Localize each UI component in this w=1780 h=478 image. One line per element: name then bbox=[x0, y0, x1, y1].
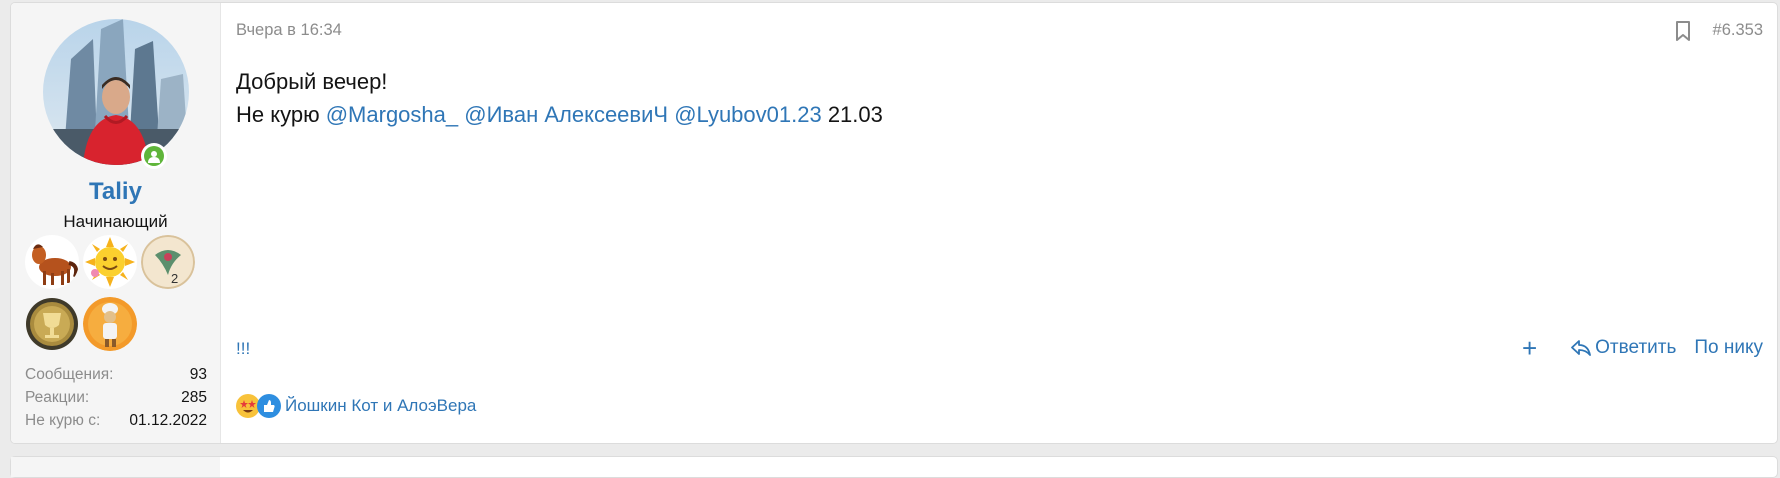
user-info-panel: Taliy Начинающий 2 Сообщения: 93 Реакции… bbox=[11, 3, 221, 443]
post-date[interactable]: Вчера в 16:34 bbox=[236, 21, 342, 40]
forum-post: Taliy Начинающий 2 Сообщения: 93 Реакции… bbox=[10, 2, 1778, 444]
username[interactable]: Taliy bbox=[11, 178, 220, 206]
stat-reactions: Реакции: 285 bbox=[25, 386, 207, 409]
stat-quit-date: Не курю с: 01.12.2022 bbox=[25, 409, 207, 432]
reply-icon bbox=[1571, 340, 1592, 356]
post-line-mentions: Не курю @Margosha_ @Иван АлексеевиЧ @Lyu… bbox=[236, 98, 883, 131]
post-actions: + Ответить По нику bbox=[1522, 335, 1763, 361]
mention-link[interactable]: @Иван АлексеевиЧ bbox=[464, 102, 668, 127]
chef-award-icon[interactable] bbox=[83, 297, 137, 351]
reactions-bar: Йошкин Кот и АлоэВера bbox=[236, 394, 476, 418]
online-status-icon bbox=[141, 143, 167, 169]
signature[interactable]: !!! bbox=[236, 339, 250, 359]
level-2-award-icon[interactable]: 2 bbox=[141, 235, 195, 289]
stat-label: Сообщения: bbox=[25, 366, 114, 383]
reply-button[interactable]: Ответить bbox=[1571, 337, 1676, 359]
avatar[interactable] bbox=[43, 19, 189, 165]
svg-text:2: 2 bbox=[171, 271, 178, 286]
bookmark-icon[interactable] bbox=[1674, 20, 1692, 42]
sun-award-icon[interactable] bbox=[83, 235, 137, 289]
post-text: Не курю bbox=[236, 102, 326, 127]
stat-label: Не курю с: bbox=[25, 412, 101, 429]
post-line-greeting: Добрый вечер! bbox=[236, 69, 388, 94]
reply-label: Ответить bbox=[1595, 337, 1677, 358]
like-emoji-icon[interactable] bbox=[257, 394, 281, 418]
by-nick-button[interactable]: По нику bbox=[1694, 337, 1763, 359]
reactors-link[interactable]: Йошкин Кот и АлоэВера bbox=[285, 396, 476, 416]
next-post-user-col bbox=[11, 457, 220, 477]
mention-link[interactable]: @Margosha_ bbox=[326, 102, 458, 127]
post-text: 21.03 bbox=[821, 102, 883, 127]
trophy-award-icon[interactable] bbox=[25, 297, 79, 351]
plus-button[interactable]: + bbox=[1522, 335, 1537, 361]
post-body: Добрый вечер! Не курю @Margosha_ @Иван А… bbox=[236, 65, 883, 131]
stat-messages: Сообщения: 93 bbox=[25, 363, 207, 386]
stat-value: 01.12.2022 bbox=[129, 412, 207, 429]
stat-value: 285 bbox=[181, 389, 207, 406]
mention-link[interactable]: @Lyubov01.23 bbox=[674, 102, 822, 127]
user-stats: Сообщения: 93 Реакции: 285 Не курю с: 01… bbox=[25, 363, 207, 432]
user-title: Начинающий bbox=[63, 212, 168, 231]
next-post bbox=[10, 456, 1778, 478]
post-number[interactable]: #6.353 bbox=[1713, 21, 1763, 40]
horse-award-icon[interactable] bbox=[25, 235, 79, 289]
stat-label: Реакции: bbox=[25, 389, 90, 406]
stat-value: 93 bbox=[189, 366, 207, 383]
